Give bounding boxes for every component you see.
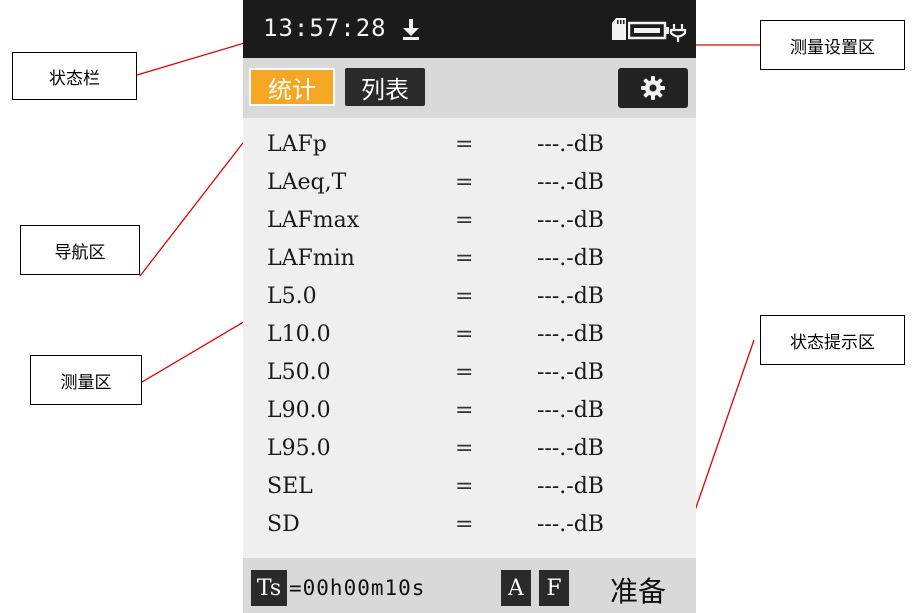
measurement-row: L90.0 = ---.-dB	[243, 396, 696, 432]
measurement-label: LAFmax	[267, 208, 360, 233]
measurement-label: L5.0	[267, 284, 317, 309]
annotation-status-hint-area: 状态提示区	[760, 315, 905, 365]
measurement-equals: =	[455, 322, 474, 347]
measurement-value: ---.-dB	[537, 360, 604, 385]
measurement-row: L5.0 = ---.-dB	[243, 282, 696, 318]
time-weighting-badge[interactable]: F	[539, 570, 569, 606]
measurement-row: SEL = ---.-dB	[243, 472, 696, 508]
settings-button[interactable]	[618, 68, 688, 108]
annotation-measure-area: 测量区	[30, 355, 142, 405]
measurement-value: ---.-dB	[537, 246, 604, 271]
clock: 13:57:28	[263, 14, 387, 42]
measurement-equals: =	[455, 246, 474, 271]
measurement-value: ---.-dB	[537, 208, 604, 233]
measurement-equals: =	[455, 512, 474, 537]
measurement-label: LAeq,T	[267, 170, 347, 195]
status-hint-bar: Ts =00h00m10s A F 准备	[243, 558, 696, 613]
measurement-row: L95.0 = ---.-dB	[243, 434, 696, 470]
sd-card-icon	[612, 18, 626, 40]
device-screen: 13:57:28 统计 列表 LAFp = ---.-dB LAeq,T = -…	[243, 0, 696, 613]
ts-value: =00h00m10s	[289, 576, 426, 600]
measurement-equals: =	[455, 474, 474, 499]
tab-list[interactable]: 列表	[345, 68, 425, 106]
measurement-label: SEL	[267, 474, 313, 499]
measurement-value: ---.-dB	[537, 322, 604, 347]
download-icon	[403, 19, 419, 40]
measurement-area: LAFp = ---.-dB LAeq,T = ---.-dB LAFmax =…	[243, 118, 696, 558]
measurement-row: L50.0 = ---.-dB	[243, 358, 696, 394]
measurement-row: L10.0 = ---.-dB	[243, 320, 696, 356]
annotation-nav-area: 导航区	[20, 225, 140, 275]
measurement-equals: =	[455, 436, 474, 461]
measurement-value: ---.-dB	[537, 474, 604, 499]
status-text: 准备	[610, 575, 667, 608]
measurement-value: ---.-dB	[537, 398, 604, 423]
measurement-row: LAFmin = ---.-dB	[243, 244, 696, 280]
annotation-settings-area: 测量设置区	[760, 20, 905, 70]
measurement-label: L50.0	[267, 360, 331, 385]
measurement-value: ---.-dB	[537, 284, 604, 309]
measurement-equals: =	[455, 284, 474, 309]
measurement-row: LAFmax = ---.-dB	[243, 206, 696, 242]
battery-charging-icon	[628, 21, 687, 42]
frequency-weighting-badge[interactable]: A	[501, 570, 531, 606]
measurement-equals: =	[455, 132, 474, 157]
measurement-equals: =	[455, 208, 474, 233]
ts-label[interactable]: Ts	[251, 570, 287, 606]
tab-statistics[interactable]: 统计	[249, 68, 335, 106]
measurement-row: LAeq,T = ---.-dB	[243, 168, 696, 204]
measurement-value: ---.-dB	[537, 512, 604, 537]
measurement-equals: =	[455, 170, 474, 195]
measurement-equals: =	[455, 398, 474, 423]
measurement-label: LAFmin	[267, 246, 355, 271]
measurement-label: L90.0	[267, 398, 331, 423]
nav-bar: 统计 列表	[243, 58, 696, 118]
measurement-equals: =	[455, 360, 474, 385]
measurement-row: LAFp = ---.-dB	[243, 130, 696, 166]
measurement-value: ---.-dB	[537, 132, 604, 157]
measurement-label: L10.0	[267, 322, 331, 347]
status-bar: 13:57:28	[243, 0, 696, 58]
annotation-status-bar: 状态栏	[12, 52, 137, 100]
measurement-label: SD	[267, 512, 300, 537]
measurement-value: ---.-dB	[537, 436, 604, 461]
measurement-value: ---.-dB	[537, 170, 604, 195]
measurement-label: LAFp	[267, 132, 327, 157]
measurement-label: L95.0	[267, 436, 331, 461]
measurement-row: SD = ---.-dB	[243, 510, 696, 546]
gear-icon	[641, 76, 665, 100]
